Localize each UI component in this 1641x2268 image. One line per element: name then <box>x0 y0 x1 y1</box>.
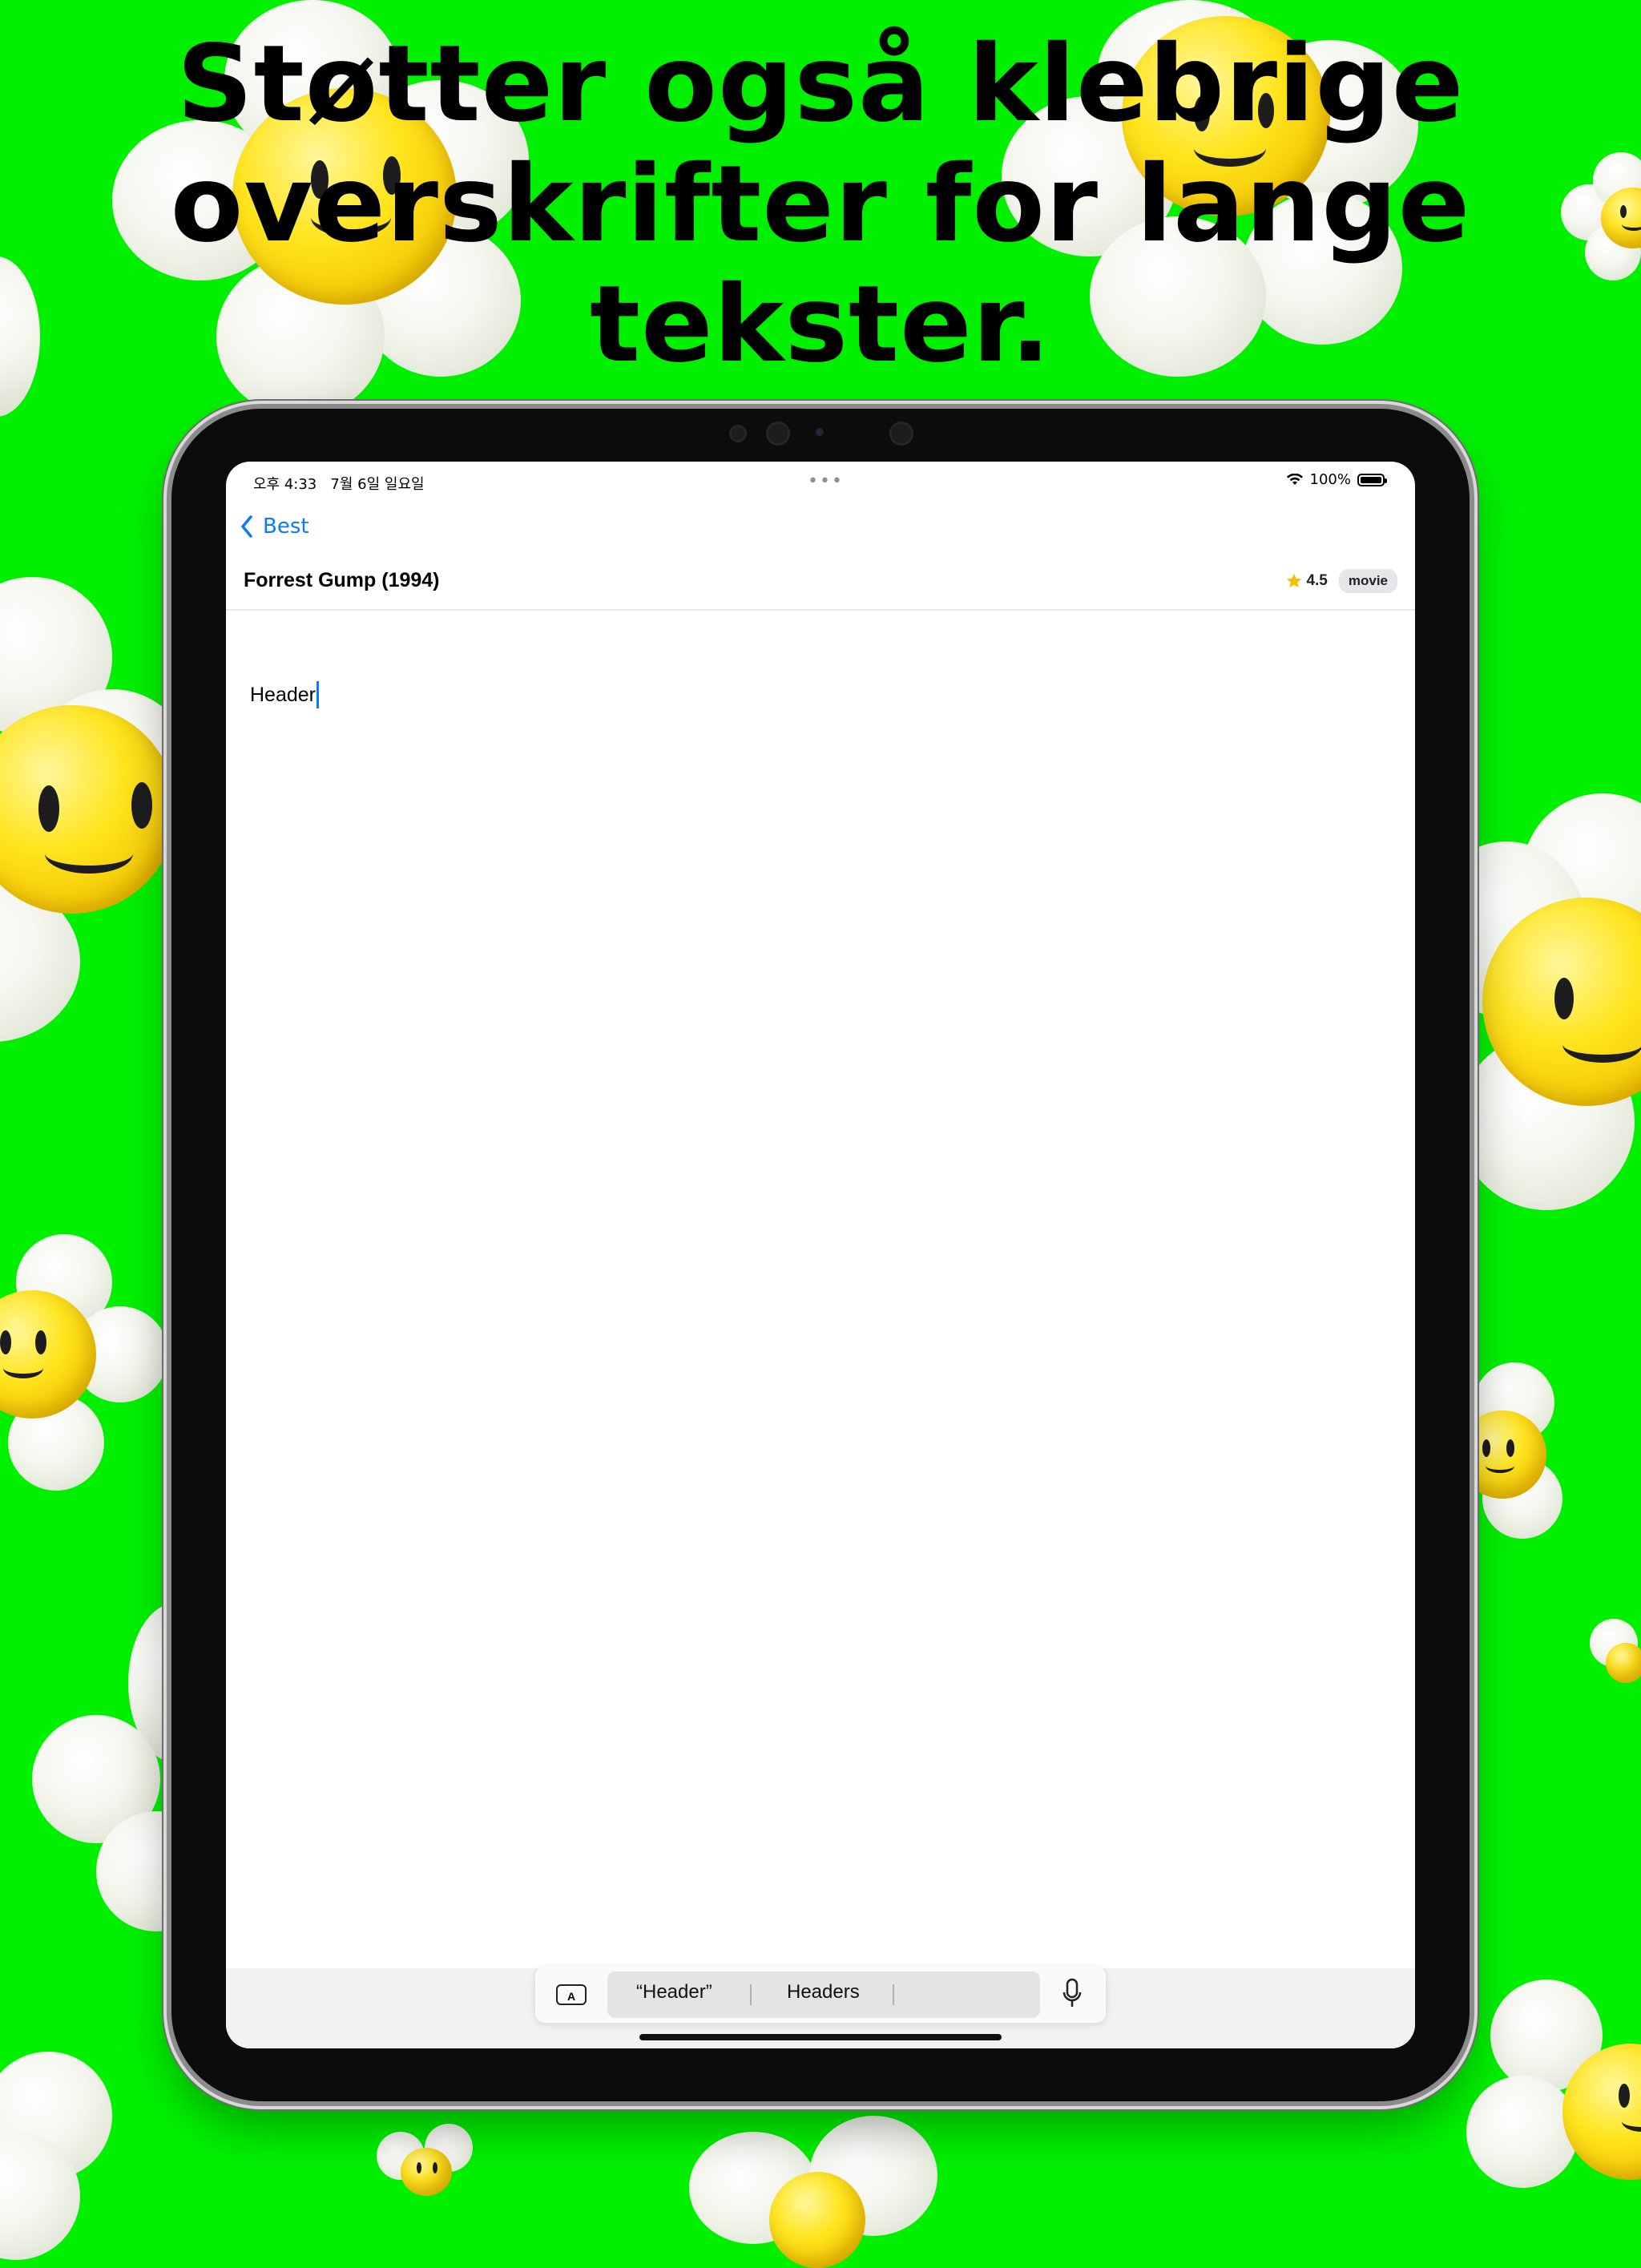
suggestion-strip: “Header” Headers <box>607 1971 1040 2018</box>
smiley-flower-decoration <box>689 2100 945 2268</box>
front-camera <box>766 422 790 446</box>
status-time-date: 오후 4:33 7월 6일 일요일 <box>253 476 425 493</box>
suggestion-divider <box>893 1984 894 2005</box>
ambient-sensor <box>816 428 824 436</box>
smiley-flower-decoration <box>0 577 192 1058</box>
suggestion-divider <box>750 1984 752 2005</box>
smiley-flower-decoration <box>377 2124 481 2220</box>
front-sensor <box>729 425 747 442</box>
smiley-flower-decoration <box>1458 1362 1562 1539</box>
sticky-title-bar: Forrest Gump (1994) 4.5 movie <box>226 558 1415 611</box>
status-indicators: 100% <box>1286 471 1387 488</box>
rating-value: 4.5 <box>1306 572 1328 589</box>
keyboard-icon[interactable]: A <box>556 1984 587 2005</box>
battery-icon <box>1357 473 1387 486</box>
item-title: Forrest Gump (1994) <box>244 569 440 591</box>
ipad-device-frame: 오후 4:33 7월 6일 일요일 ••• 100% Best Forrest … <box>171 409 1470 2101</box>
navigation-bar: Best <box>226 506 1415 555</box>
microphone-icon[interactable] <box>1061 1978 1083 2012</box>
app-screen: 오후 4:33 7월 6일 일요일 ••• 100% Best Forrest … <box>226 462 1415 2048</box>
back-button[interactable]: Best <box>240 515 309 539</box>
status-bar: 오후 4:33 7월 6일 일요일 ••• 100% <box>226 462 1415 502</box>
battery-percent: 100% <box>1309 471 1351 488</box>
editor-text[interactable]: Header <box>250 684 316 707</box>
marketing-headline: Støtter også klebrige overskrifter for l… <box>170 22 1471 386</box>
back-button-label: Best <box>263 515 309 539</box>
home-indicator[interactable] <box>639 2034 1002 2040</box>
rating: 4.5 <box>1285 572 1328 590</box>
wifi-icon <box>1286 473 1303 485</box>
chevron-left-icon <box>241 515 252 538</box>
text-cursor <box>317 681 319 708</box>
smiley-flower-decoration <box>0 1234 168 1491</box>
smiley-flower-decoration <box>1561 152 1641 289</box>
smiley-flower-decoration <box>32 1603 224 1931</box>
smiley-flower-decoration <box>0 256 48 433</box>
star-icon <box>1287 573 1302 588</box>
text-editor[interactable]: Header <box>250 681 319 708</box>
smiley-flower-decoration <box>0 2052 128 2260</box>
multitasking-dots[interactable]: ••• <box>808 471 844 491</box>
smiley-flower-decoration <box>1590 1619 1641 1699</box>
item-meta: 4.5 movie <box>1285 569 1397 593</box>
suggestion-2[interactable]: Headers <box>787 1981 860 2004</box>
type-badge[interactable]: movie <box>1338 569 1397 593</box>
smiley-flower-decoration <box>1466 1979 1641 2204</box>
quicktype-bar: A “Header” Headers <box>535 1967 1106 2023</box>
suggestion-1[interactable]: “Header” <box>636 1981 712 2004</box>
face-id-sensor <box>889 422 913 446</box>
